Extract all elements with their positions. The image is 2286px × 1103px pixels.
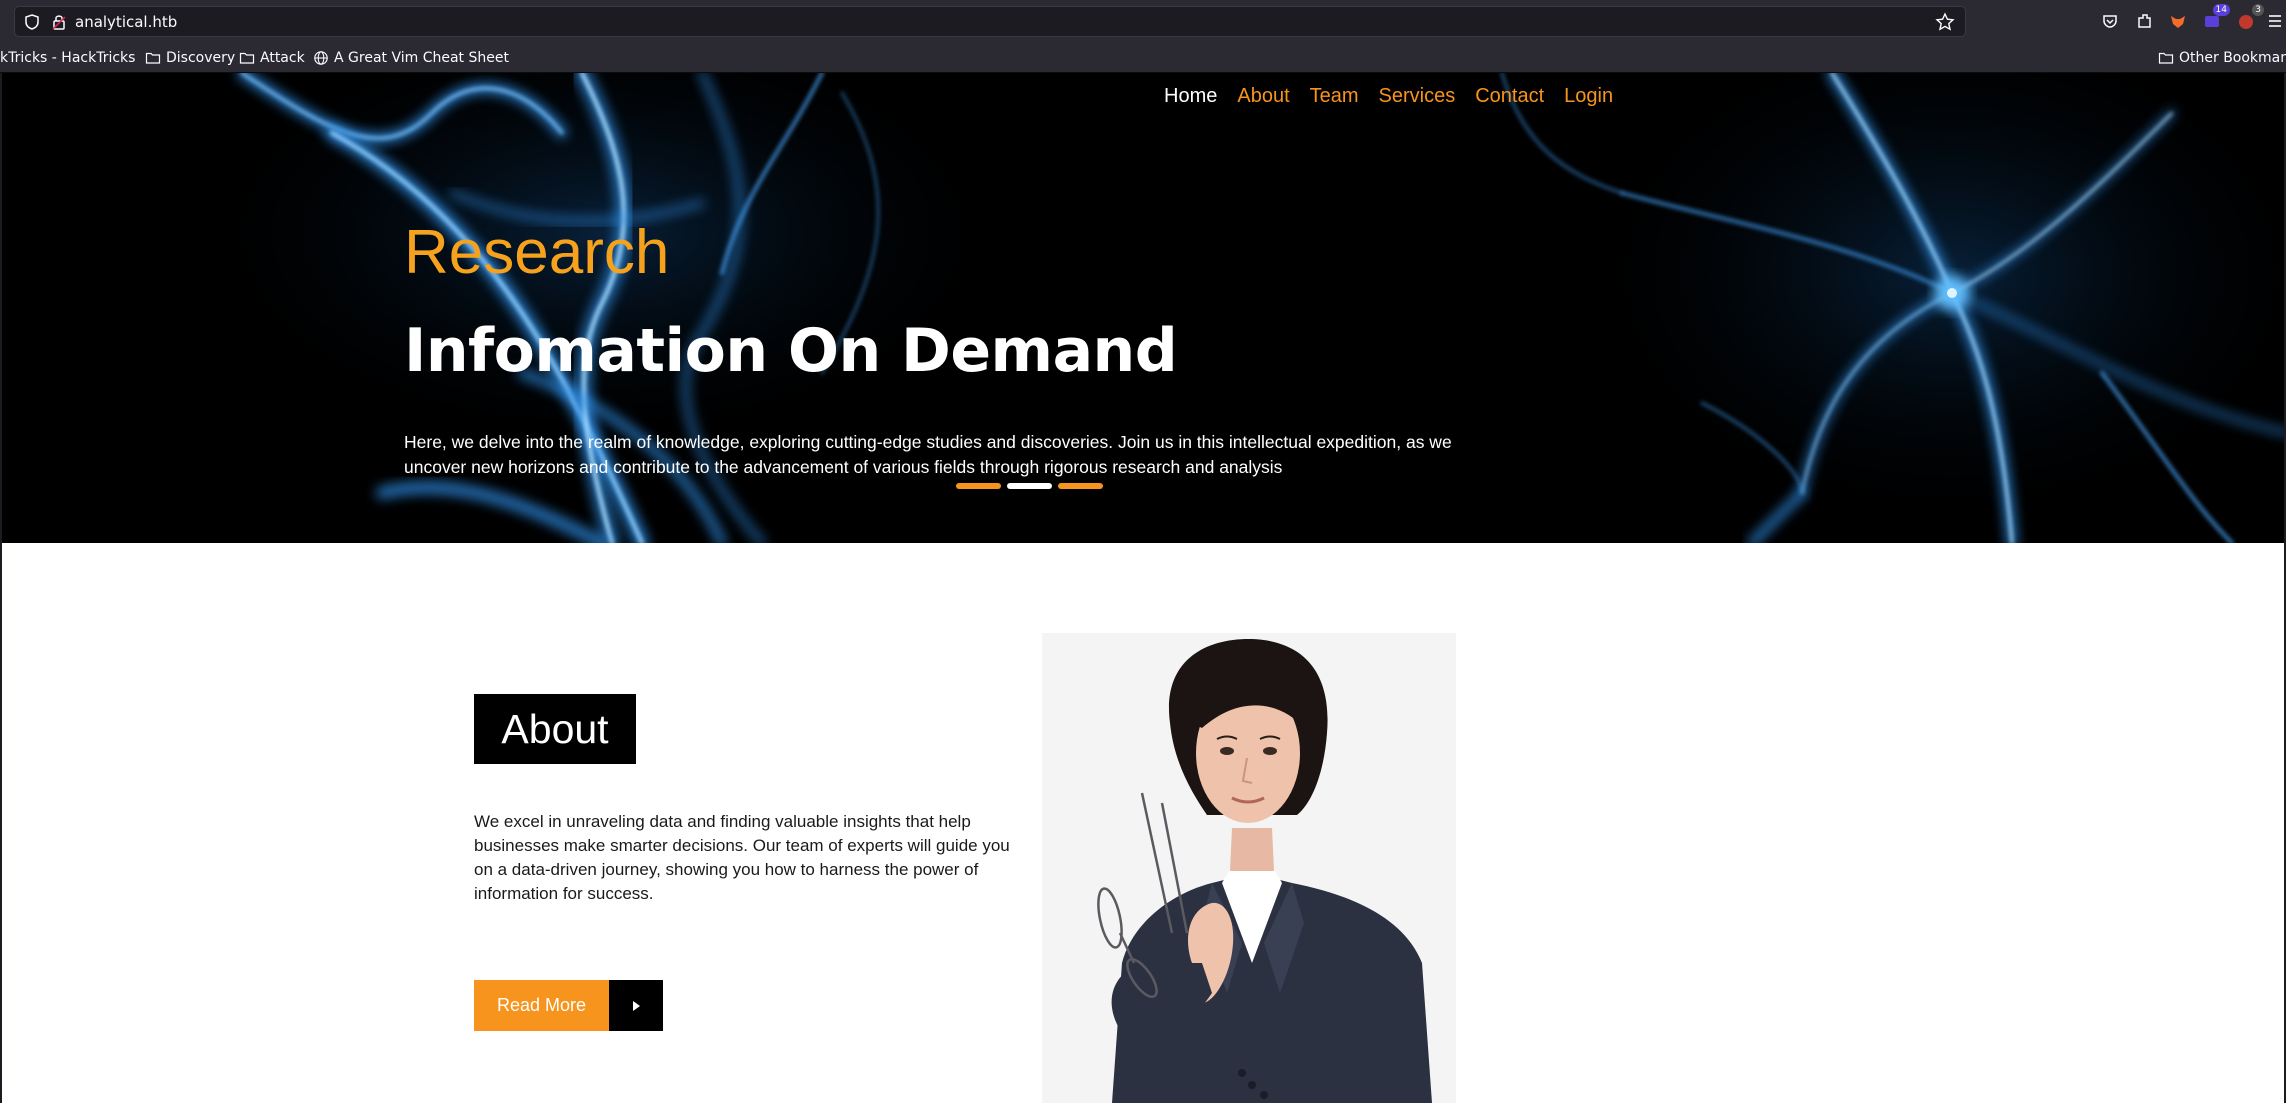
about-heading: About xyxy=(474,694,636,764)
extension-badge-2: 3 xyxy=(2252,4,2264,16)
url-text: analytical.htb xyxy=(75,13,178,31)
lock-icon[interactable] xyxy=(50,13,68,31)
other-bookmarks-label: Other Bookmarks xyxy=(2179,50,2286,66)
play-arrow-icon xyxy=(609,980,663,1031)
bookmark-discovery[interactable]: Discovery xyxy=(145,49,235,67)
folder-icon xyxy=(2158,52,2174,64)
hero-slider: Home About Team Services Contact Login R… xyxy=(2,73,2284,543)
bookmark-hacktricks[interactable]: kTricks - HackTricks xyxy=(0,49,135,67)
extension-badge-1: 14 xyxy=(2212,4,2230,16)
bookmark-attack[interactable]: Attack xyxy=(239,49,305,67)
nav-login[interactable]: Login xyxy=(1564,85,1613,108)
shield-icon[interactable] xyxy=(23,13,41,31)
bookmark-star-icon[interactable] xyxy=(1935,12,1955,32)
page-content: Home About Team Services Contact Login R… xyxy=(0,73,2286,1103)
slider-dot-2[interactable] xyxy=(1007,483,1052,489)
extensions-icon[interactable] xyxy=(2132,9,2156,33)
extension-icon-2[interactable]: 3 xyxy=(2234,4,2264,33)
folder-icon xyxy=(145,52,161,64)
main-nav: Home About Team Services Contact Login xyxy=(1164,85,1633,108)
nav-team[interactable]: Team xyxy=(1310,85,1359,108)
hero-eyebrow: Research xyxy=(404,218,670,287)
bookmark-vim-cheat-sheet[interactable]: A Great Vim Cheat Sheet xyxy=(313,49,509,67)
bookmarks-bar: kTricks - HackTricks Discovery Attack A … xyxy=(0,43,2286,73)
about-photo xyxy=(1042,633,1456,1103)
bookmark-label: kTricks - HackTricks xyxy=(0,50,136,66)
globe-icon xyxy=(314,51,328,65)
url-bar[interactable]: analytical.htb xyxy=(14,6,1966,37)
pocket-icon[interactable] xyxy=(2098,9,2122,33)
bookmark-label: Discovery xyxy=(166,50,236,66)
about-heading-text: About xyxy=(501,705,609,752)
nav-about[interactable]: About xyxy=(1237,85,1289,108)
read-more-label: Read More xyxy=(474,980,609,1031)
bookmark-label: A Great Vim Cheat Sheet xyxy=(334,50,509,66)
slider-dot-1[interactable] xyxy=(956,483,1001,489)
extension-icon-1[interactable]: 14 xyxy=(2200,4,2230,33)
about-description: We excel in unraveling data and finding … xyxy=(474,812,1010,903)
slider-indicators xyxy=(956,483,1103,489)
bookmark-label: Attack xyxy=(260,50,305,66)
nav-home[interactable]: Home xyxy=(1164,85,1217,108)
slider-dot-3[interactable] xyxy=(1058,483,1103,489)
menu-icon[interactable] xyxy=(2268,9,2282,33)
foxyproxy-icon[interactable] xyxy=(2166,9,2190,33)
nav-contact[interactable]: Contact xyxy=(1475,85,1544,108)
hero-description: Here, we delve into the realm of knowled… xyxy=(404,432,1452,477)
hero-title: Infomation On Demand xyxy=(404,316,1178,386)
read-more-button[interactable]: Read More xyxy=(474,980,663,1031)
browser-toolbar: analytical.htb 14 3 xyxy=(0,0,2286,43)
folder-icon xyxy=(239,52,255,64)
nav-services[interactable]: Services xyxy=(1379,85,1456,108)
other-bookmarks[interactable]: Other Bookmarks xyxy=(2158,49,2286,67)
